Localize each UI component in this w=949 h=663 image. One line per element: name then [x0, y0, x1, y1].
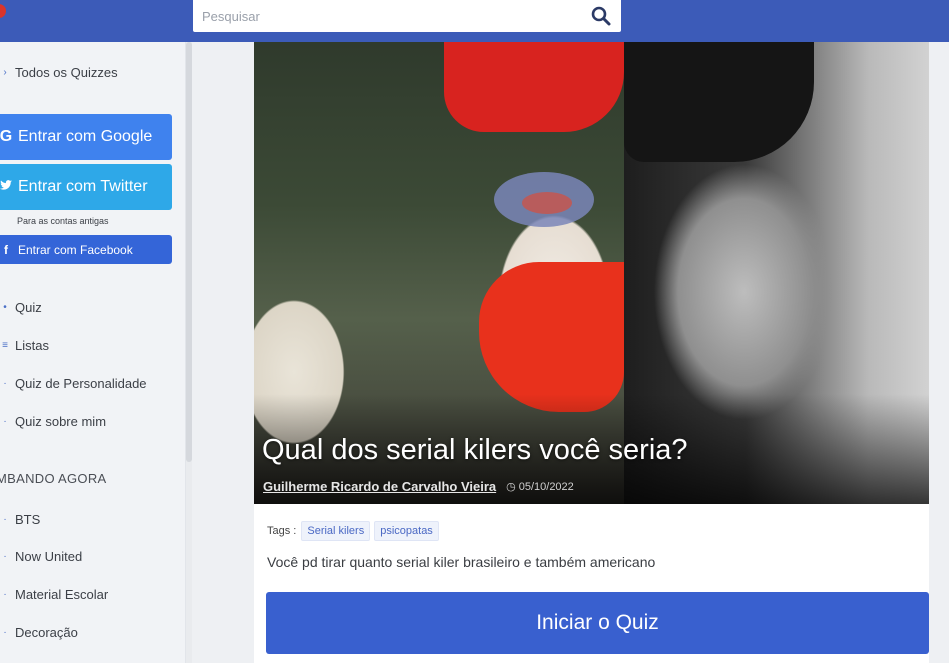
quiz-date: 05/10/2022: [518, 480, 574, 493]
sidebar-item-quiz[interactable]: • Quiz: [0, 295, 180, 319]
sidebar-item-decoracao[interactable]: · Decoração: [0, 620, 180, 644]
login-facebook-button[interactable]: f Entrar com Facebook: [0, 235, 172, 264]
sidebar-item-all-quizzes[interactable]: › Todos os Quizzes: [0, 60, 180, 84]
sidebar-item-quiz-about-me[interactable]: · Quiz sobre mim: [0, 409, 180, 433]
top-navbar: [0, 0, 949, 42]
clock-icon: ◷: [506, 481, 516, 493]
quiz-meta: Guilherme Ricardo de Carvalho Vieira ◷ 0…: [263, 479, 574, 494]
sidebar-item-label: Todos os Quizzes: [15, 64, 118, 80]
quiz-icon: •: [3, 301, 7, 313]
trend-icon: ·: [3, 550, 7, 562]
personality-icon: ·: [3, 377, 7, 389]
quiz-cover-image: Qual dos serial kilers você seria? Guilh…: [254, 42, 929, 504]
clown-hat: [444, 42, 624, 132]
search-input[interactable]: [193, 0, 573, 32]
tag-serial-kilers[interactable]: Serial kilers: [301, 521, 371, 541]
author-link[interactable]: Guilherme Ricardo de Carvalho Vieira: [263, 479, 496, 494]
trend-icon: ·: [3, 626, 7, 638]
login-facebook-label: Entrar com Facebook: [18, 242, 133, 257]
quiz-description: Você pd tirar quanto serial kiler brasil…: [267, 554, 656, 570]
portrait-hair: [624, 42, 814, 162]
search-box: [193, 0, 621, 32]
sidebar: › Todos os Quizzes G Entrar com Google E…: [0, 42, 186, 663]
tags-row: Tags : Serial kilers psicopatas: [267, 521, 443, 541]
sidebar-item-label: BTS: [15, 511, 41, 527]
login-twitter-label: Entrar com Twitter: [18, 178, 148, 195]
login-twitter-button[interactable]: Entrar com Twitter: [0, 164, 172, 210]
facebook-f-icon: f: [4, 242, 8, 257]
twitter-bird-icon: [0, 178, 14, 196]
sidebar-item-material-escolar[interactable]: · Material Escolar: [0, 582, 180, 606]
quiz-details: Tags : Serial kilers psicopatas Você pd …: [254, 504, 929, 663]
trend-icon: ·: [3, 513, 7, 525]
sidebar-item-now-united[interactable]: · Now United: [0, 544, 180, 568]
sidebar-item-label: Quiz sobre mim: [15, 413, 107, 429]
start-quiz-button[interactable]: Iniciar o Quiz: [266, 592, 929, 654]
list-icon: ≡: [2, 339, 8, 351]
site-logo[interactable]: [0, 4, 6, 18]
sidebar-item-label: Listas: [15, 337, 49, 353]
trend-icon: ·: [3, 588, 7, 600]
google-g-icon: G: [0, 128, 13, 145]
trending-title: MBANDO AGORA: [0, 471, 107, 486]
login-google-button[interactable]: G Entrar com Google: [0, 114, 172, 160]
sidebar-item-bts[interactable]: · BTS: [0, 507, 180, 531]
quiz-title: Qual dos serial kilers você seria?: [262, 434, 688, 466]
old-accounts-note: Para as contas antigas: [17, 216, 109, 226]
clown-eye: [522, 192, 572, 214]
clown-mouth-paint: [479, 262, 624, 412]
tags-label: Tags :: [267, 525, 297, 537]
login-google-label: Entrar com Google: [18, 128, 153, 145]
search-icon[interactable]: [589, 4, 613, 28]
sidebar-item-listas[interactable]: ≡ Listas: [0, 333, 180, 357]
tag-psicopatas[interactable]: psicopatas: [374, 521, 439, 541]
sidebar-scrollbar-thumb[interactable]: [186, 42, 192, 462]
sidebar-item-label: Quiz: [15, 299, 42, 315]
person-icon: ·: [3, 415, 7, 427]
arrow-icon: ›: [3, 66, 7, 78]
sidebar-item-personality-quiz[interactable]: · Quiz de Personalidade: [0, 371, 180, 395]
sidebar-item-label: Quiz de Personalidade: [15, 375, 147, 391]
sidebar-item-label: Decoração: [15, 624, 78, 640]
sidebar-item-label: Now United: [15, 548, 83, 564]
sidebar-item-label: Material Escolar: [15, 586, 109, 602]
